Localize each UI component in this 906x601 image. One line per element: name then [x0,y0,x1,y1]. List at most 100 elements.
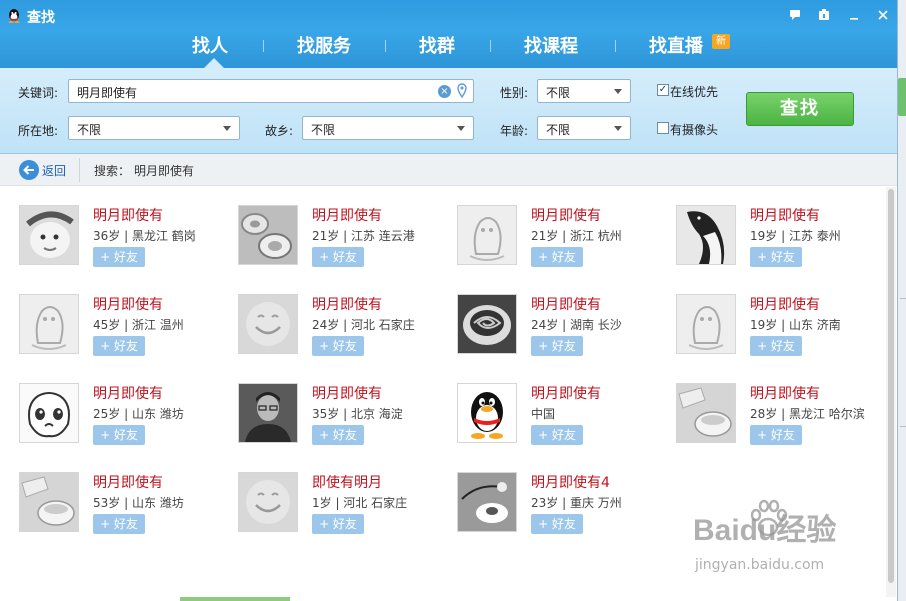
result-name[interactable]: 即使有明月 [312,472,382,492]
avatar[interactable] [457,205,517,265]
location-select[interactable]: 不限 [68,116,240,140]
result-card[interactable]: 明月即使有 53岁 | 山东 潍坊 + 好友 [19,472,229,552]
avatar[interactable] [457,472,517,532]
add-friend-button[interactable]: + 好友 [93,514,145,534]
keyword-input[interactable]: 明月即使有 × [68,79,474,103]
avatar[interactable] [238,383,298,443]
title-bar[interactable]: 查找 [0,0,897,30]
add-friend-button[interactable]: + 好友 [750,247,802,267]
chevron-down-icon [614,89,622,94]
result-name[interactable]: 明月即使有 [93,205,163,225]
message-icon[interactable] [786,6,804,24]
avatar[interactable] [19,205,79,265]
location-value: 不限 [77,123,102,137]
add-friend-button[interactable]: + 好友 [312,247,364,267]
result-name[interactable]: 明月即使有 [750,205,820,225]
minimize-icon[interactable] [845,6,863,24]
scrollbar-thumb[interactable] [888,189,894,583]
result-card[interactable]: 明月即使有 19岁 | 江苏 泰州 + 好友 [676,205,886,285]
result-card[interactable]: 明月即使有 中国 + 好友 [457,383,667,463]
location-pin-icon[interactable] [457,83,467,99]
hometown-select[interactable]: 不限 [302,116,474,140]
result-card[interactable]: 即使有明月 1岁 | 河北 石家庄 + 好友 [238,472,448,552]
result-card[interactable]: 明月即使有 24岁 | 河北 石家庄 + 好友 [238,294,448,374]
online-first-checkbox[interactable]: ✓ [657,84,669,96]
result-name[interactable]: 明月即使有 [531,383,601,403]
avatar[interactable] [676,383,736,443]
result-card[interactable]: 明月即使有 35岁 | 北京 海淀 + 好友 [238,383,448,463]
result-name[interactable]: 明月即使有 [93,294,163,314]
skin-icon[interactable] [815,6,833,24]
result-name[interactable]: 明月即使有 [93,472,163,492]
avatar[interactable] [457,383,517,443]
avatar[interactable] [19,383,79,443]
tab-find-groups[interactable]: 找群 [419,32,455,58]
back-arrow-icon[interactable] [19,160,39,180]
avatar[interactable] [676,294,736,354]
tab-find-people[interactable]: 找人 [192,32,228,58]
result-card[interactable]: 明月即使有 24岁 | 湖南 长沙 + 好友 [457,294,667,374]
keyword-label: 关键词: [18,86,59,100]
clear-icon[interactable]: × [438,85,451,98]
result-name[interactable]: 明月即使有 [312,383,382,403]
result-name[interactable]: 明月即使有 [750,294,820,314]
result-name[interactable]: 明月即使有 [312,294,382,314]
add-friend-button[interactable]: + 好友 [531,247,583,267]
result-card[interactable]: 明月即使有 45岁 | 浙江 温州 + 好友 [19,294,229,374]
result-info: 35岁 | 北京 海淀 [312,407,403,421]
result-info: 21岁 | 浙江 杭州 [531,229,622,243]
penguin-photo-icon [677,206,735,264]
add-friend-button[interactable]: + 好友 [531,336,583,356]
result-name[interactable]: 明月即使有 [312,205,382,225]
paw-icon [750,499,788,537]
result-card[interactable]: 明月即使有 25岁 | 山东 潍坊 + 好友 [19,383,229,463]
result-card[interactable]: 明月即使有 19岁 | 山东 济南 + 好友 [676,294,886,374]
add-friend-button[interactable]: + 好友 [312,425,364,445]
add-friend-button[interactable]: + 好友 [93,336,145,356]
avatar[interactable] [19,294,79,354]
gender-label: 性别: [500,86,529,100]
add-friend-button[interactable]: + 好友 [750,336,802,356]
tab-find-live[interactable]: 找直播 [649,32,703,58]
result-card[interactable]: 明月即使有 36岁 | 黑龙江 鹤岗 + 好友 [19,205,229,285]
result-info: 36岁 | 黑龙江 鹤岗 [93,229,196,243]
nav-divider [490,40,491,52]
search-button[interactable]: 查找 [746,92,854,126]
avatar[interactable] [19,472,79,532]
add-friend-button[interactable]: + 好友 [750,425,802,445]
result-card[interactable]: 明月即使有4 23岁 | 重庆 万州 + 好友 [457,472,667,552]
tab-find-courses[interactable]: 找课程 [524,32,578,58]
result-card[interactable]: 明月即使有 28岁 | 黑龙江 哈尔滨 + 好友 [676,383,886,463]
add-friend-button[interactable]: + 好友 [531,514,583,534]
close-icon[interactable] [874,6,892,24]
result-name[interactable]: 明月即使有 [750,383,820,403]
add-friend-button[interactable]: + 好友 [93,247,145,267]
age-select[interactable]: 不限 [537,116,631,140]
avatar[interactable] [238,205,298,265]
qq-penguin-icon [458,384,516,442]
result-card[interactable]: 明月即使有 21岁 | 江苏 连云港 + 好友 [238,205,448,285]
flower-photo-icon [458,473,516,531]
avatar[interactable] [676,205,736,265]
tab-find-services[interactable]: 找服务 [297,32,351,58]
result-name[interactable]: 明月即使有 [531,294,601,314]
result-name[interactable]: 明月即使有4 [531,472,610,492]
avatar[interactable] [238,294,298,354]
back-link[interactable]: 返回 [42,162,66,179]
add-friend-button[interactable]: + 好友 [93,425,145,445]
result-name[interactable]: 明月即使有 [93,383,163,403]
result-info: 21岁 | 江苏 连云港 [312,229,415,243]
result-card[interactable]: 明月即使有 21岁 | 浙江 杭州 + 好友 [457,205,667,285]
result-info: 28岁 | 黑龙江 哈尔滨 [750,407,865,421]
has-camera-checkbox[interactable] [657,122,669,134]
nav-divider [263,40,264,52]
scrollbar[interactable] [886,187,896,597]
add-friend-button[interactable]: + 好友 [312,336,364,356]
result-name[interactable]: 明月即使有 [531,205,601,225]
result-info: 24岁 | 河北 石家庄 [312,318,415,332]
avatar[interactable] [457,294,517,354]
avatar[interactable] [238,472,298,532]
gender-select[interactable]: 不限 [537,79,631,103]
add-friend-button[interactable]: + 好友 [531,425,583,445]
add-friend-button[interactable]: + 好友 [312,514,364,534]
